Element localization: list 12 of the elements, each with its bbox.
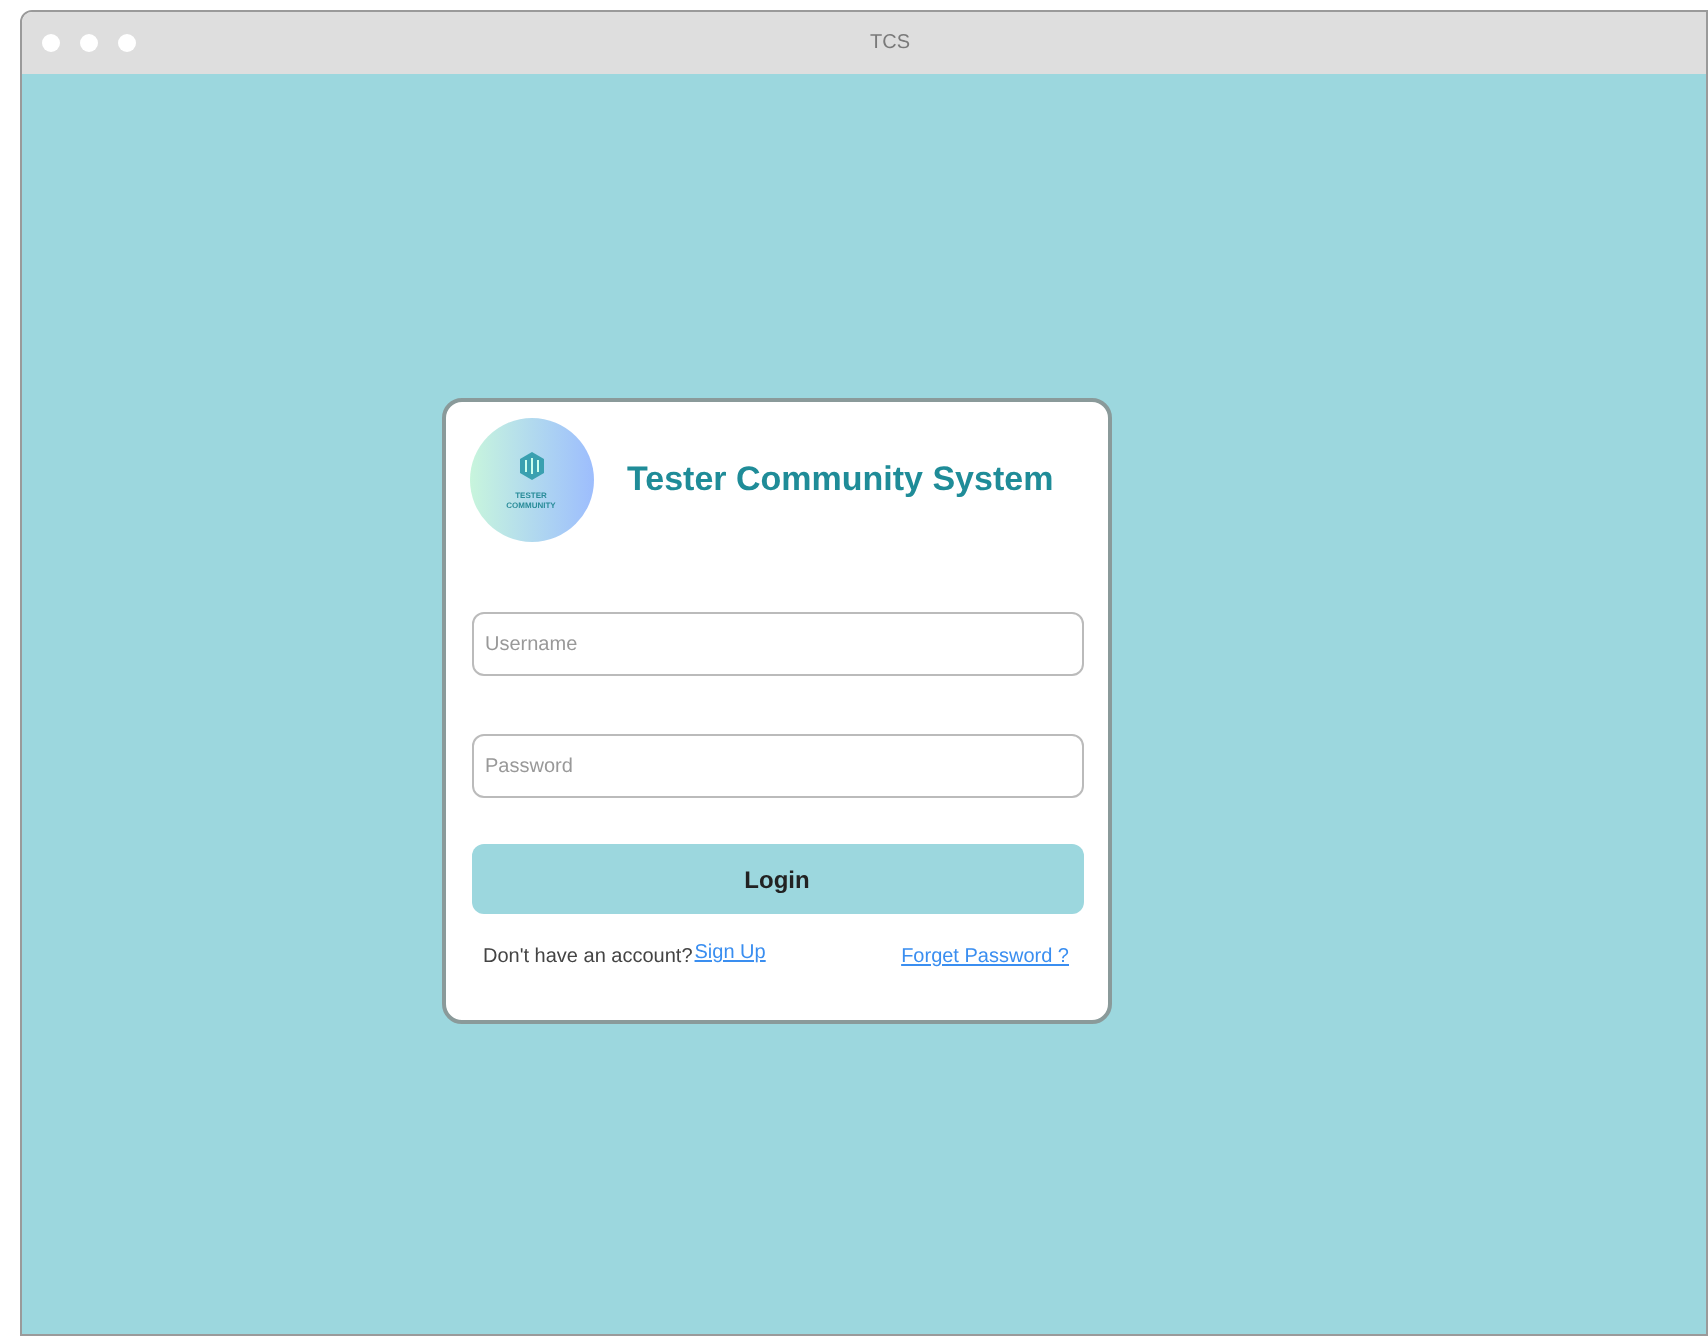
window-control-icon[interactable] bbox=[118, 34, 136, 52]
login-button[interactable]: Login bbox=[471, 844, 1083, 914]
forgot-password-link[interactable]: Forget Password ? bbox=[901, 942, 1069, 972]
sign-up-link[interactable]: Sign Up bbox=[694, 938, 766, 968]
username-field[interactable]: Username bbox=[471, 612, 1083, 676]
window-control-icon[interactable] bbox=[42, 34, 60, 52]
password-field[interactable]: Password bbox=[471, 734, 1083, 798]
window-control-icon[interactable] bbox=[80, 34, 98, 52]
signup-prompt: Don't have an account? bbox=[483, 944, 693, 972]
app-heading: Tester Community System bbox=[627, 458, 1054, 503]
window-title: TCS bbox=[870, 30, 910, 58]
hexagon-logo-icon bbox=[519, 451, 543, 479]
